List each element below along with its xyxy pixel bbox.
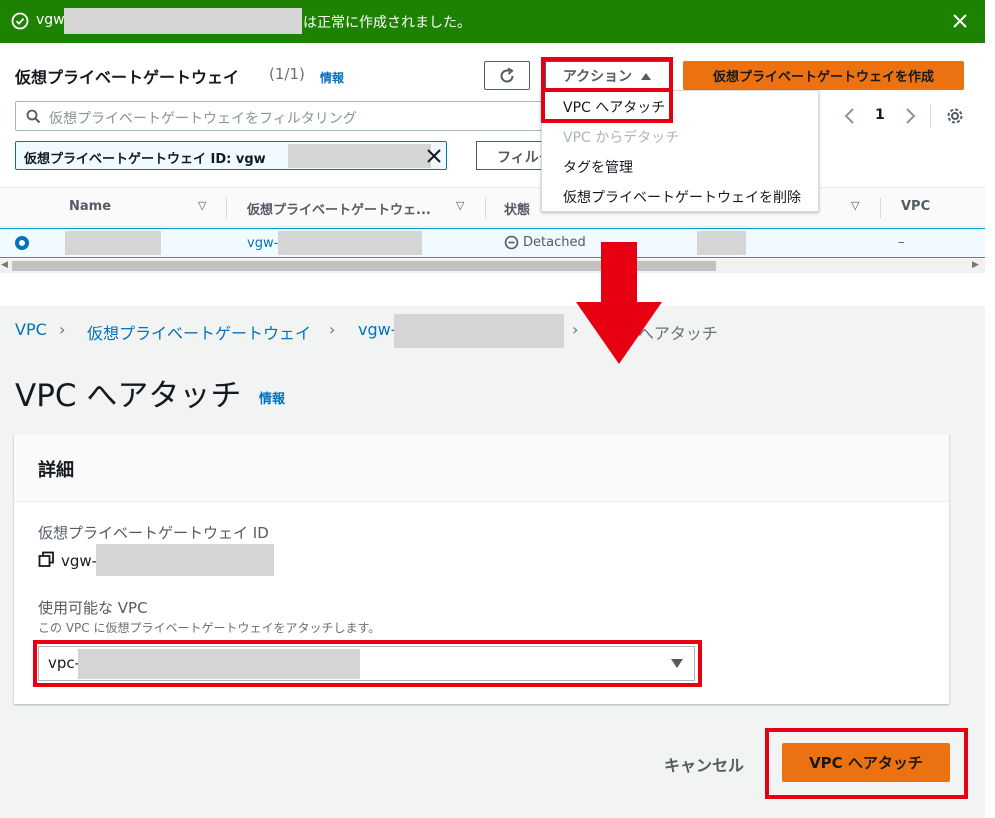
sort-icon[interactable]: ▽ [198, 199, 206, 212]
copy-icon[interactable] [38, 551, 55, 568]
actions-menu: VPC へアタッチ VPC からデタッチ タグを管理 仮想プライベートゲートウェ… [541, 90, 819, 212]
chevron-left-icon[interactable] [843, 107, 857, 125]
scroll-right-icon[interactable]: ▶ [972, 260, 979, 270]
gateway-id-label: 仮想プライベートゲートウェイ ID [38, 524, 269, 542]
info-link[interactable]: 情報 [320, 69, 344, 86]
actions-button[interactable]: アクション [545, 61, 670, 90]
vpc-description: この VPC に仮想プライベートゲートウェイをアタッチします。 [38, 621, 381, 635]
menu-item-manage-tags[interactable]: タグを管理 [563, 157, 633, 177]
filter-button[interactable]: フィルター [476, 141, 546, 170]
attach-vpc-button[interactable]: VPC へアタッチ [782, 743, 950, 782]
token-label: 仮想プライベートゲートウェイ ID: vgw [24, 152, 266, 167]
breadcrumb-vpc[interactable]: VPC [15, 320, 47, 339]
divider [485, 198, 486, 218]
divider [226, 198, 227, 218]
divider [930, 104, 931, 128]
page-number[interactable]: 1 [875, 107, 885, 123]
info-link[interactable]: 情報 [259, 388, 285, 407]
success-banner: vgw- は正常に作成されました。 [0, 0, 985, 43]
menu-item-detach-vpc: VPC からデタッチ [563, 130, 680, 146]
menu-item-attach-vpc[interactable]: VPC へアタッチ [563, 97, 665, 117]
redacted-block [278, 231, 422, 255]
chevron-right-icon: › [329, 320, 336, 339]
redacted-block [697, 231, 746, 255]
list-count: (1/1) [269, 65, 305, 83]
chevron-right-icon[interactable] [903, 107, 917, 125]
horizontal-scrollbar[interactable]: ◀ ▶ [0, 259, 985, 273]
column-name[interactable]: Name [69, 199, 111, 214]
menu-item-delete-gateway[interactable]: 仮想プライベートゲートウェイを削除 [563, 187, 801, 207]
redacted-block [64, 8, 302, 34]
column-gateway[interactable]: 仮想プライベートゲートウェ... [247, 199, 431, 218]
card-header: 詳細 [14, 434, 949, 502]
row-gateway-link[interactable]: vgw- [247, 236, 278, 251]
section-title: 詳細 [38, 460, 74, 481]
redacted-block [78, 649, 360, 679]
actions-label: アクション [562, 68, 633, 85]
redacted-block [96, 544, 274, 576]
refresh-button[interactable] [484, 61, 530, 90]
gateway-list-panel: vgw- は正常に作成されました。 仮想プライベートゲートウェイ (1/1) 情… [0, 0, 985, 276]
list-title: 仮想プライベートゲートウェイ [15, 68, 240, 87]
row-vpc: – [898, 235, 905, 250]
breadcrumb-gateway-id[interactable]: vgw- [358, 320, 396, 339]
chevron-right-icon: › [59, 320, 66, 339]
banner-message: は正常に作成されました。 [303, 15, 471, 31]
vpc-select-value: vpc- [48, 654, 81, 672]
caret-up-icon [641, 72, 652, 80]
gear-icon[interactable] [945, 106, 965, 126]
scroll-left-icon[interactable]: ◀ [1, 260, 8, 270]
create-gateway-button[interactable]: 仮想プライベートゲートウェイを作成 [683, 61, 964, 90]
redacted-block [394, 314, 564, 348]
sort-icon[interactable]: ▽ [851, 199, 859, 212]
success-icon [11, 12, 29, 30]
sort-icon[interactable]: ▽ [456, 199, 464, 212]
cancel-button[interactable]: キャンセル [664, 752, 744, 776]
filter-input[interactable]: 仮想プライベートゲートウェイをフィルタリング [15, 101, 542, 131]
detached-icon [504, 235, 519, 250]
filter-placeholder: 仮想プライベートゲートウェイをフィルタリング [49, 111, 357, 127]
column-state[interactable]: 状態 [504, 199, 530, 218]
refresh-icon [500, 67, 514, 82]
vpc-label: 使用可能な VPC [38, 599, 148, 617]
table-header: Name ▽ 仮想プライベートゲートウェ... ▽ 状態 ▽ VPC [0, 187, 985, 227]
search-icon [26, 109, 41, 124]
filter-token: 仮想プライベートゲートウェイ ID: vgw [15, 141, 447, 170]
redacted-block [65, 231, 161, 255]
caret-down-icon [671, 659, 683, 668]
divider [880, 198, 881, 218]
arrow-down-icon [576, 242, 662, 364]
breadcrumb-gateways[interactable]: 仮想プライベートゲートウェイ [87, 320, 311, 344]
row-radio[interactable] [15, 236, 29, 250]
column-vpc[interactable]: VPC [901, 199, 930, 214]
page-title: VPC へアタッチ [15, 378, 242, 414]
details-card: 詳細 仮想プライベートゲートウェイ ID vgw- 使用可能な VPC この V… [14, 434, 949, 704]
table-row[interactable]: vgw- Detached – [0, 228, 985, 258]
close-icon[interactable] [425, 147, 443, 165]
gateway-id-value: vgw- [61, 552, 98, 570]
close-icon[interactable] [950, 11, 970, 31]
attach-vpc-panel: VPC › 仮想プライベートゲートウェイ › vgw- › VPC へアタッチ … [0, 306, 985, 818]
redacted-block [288, 144, 431, 168]
vpc-select[interactable]: vpc- [38, 646, 695, 681]
